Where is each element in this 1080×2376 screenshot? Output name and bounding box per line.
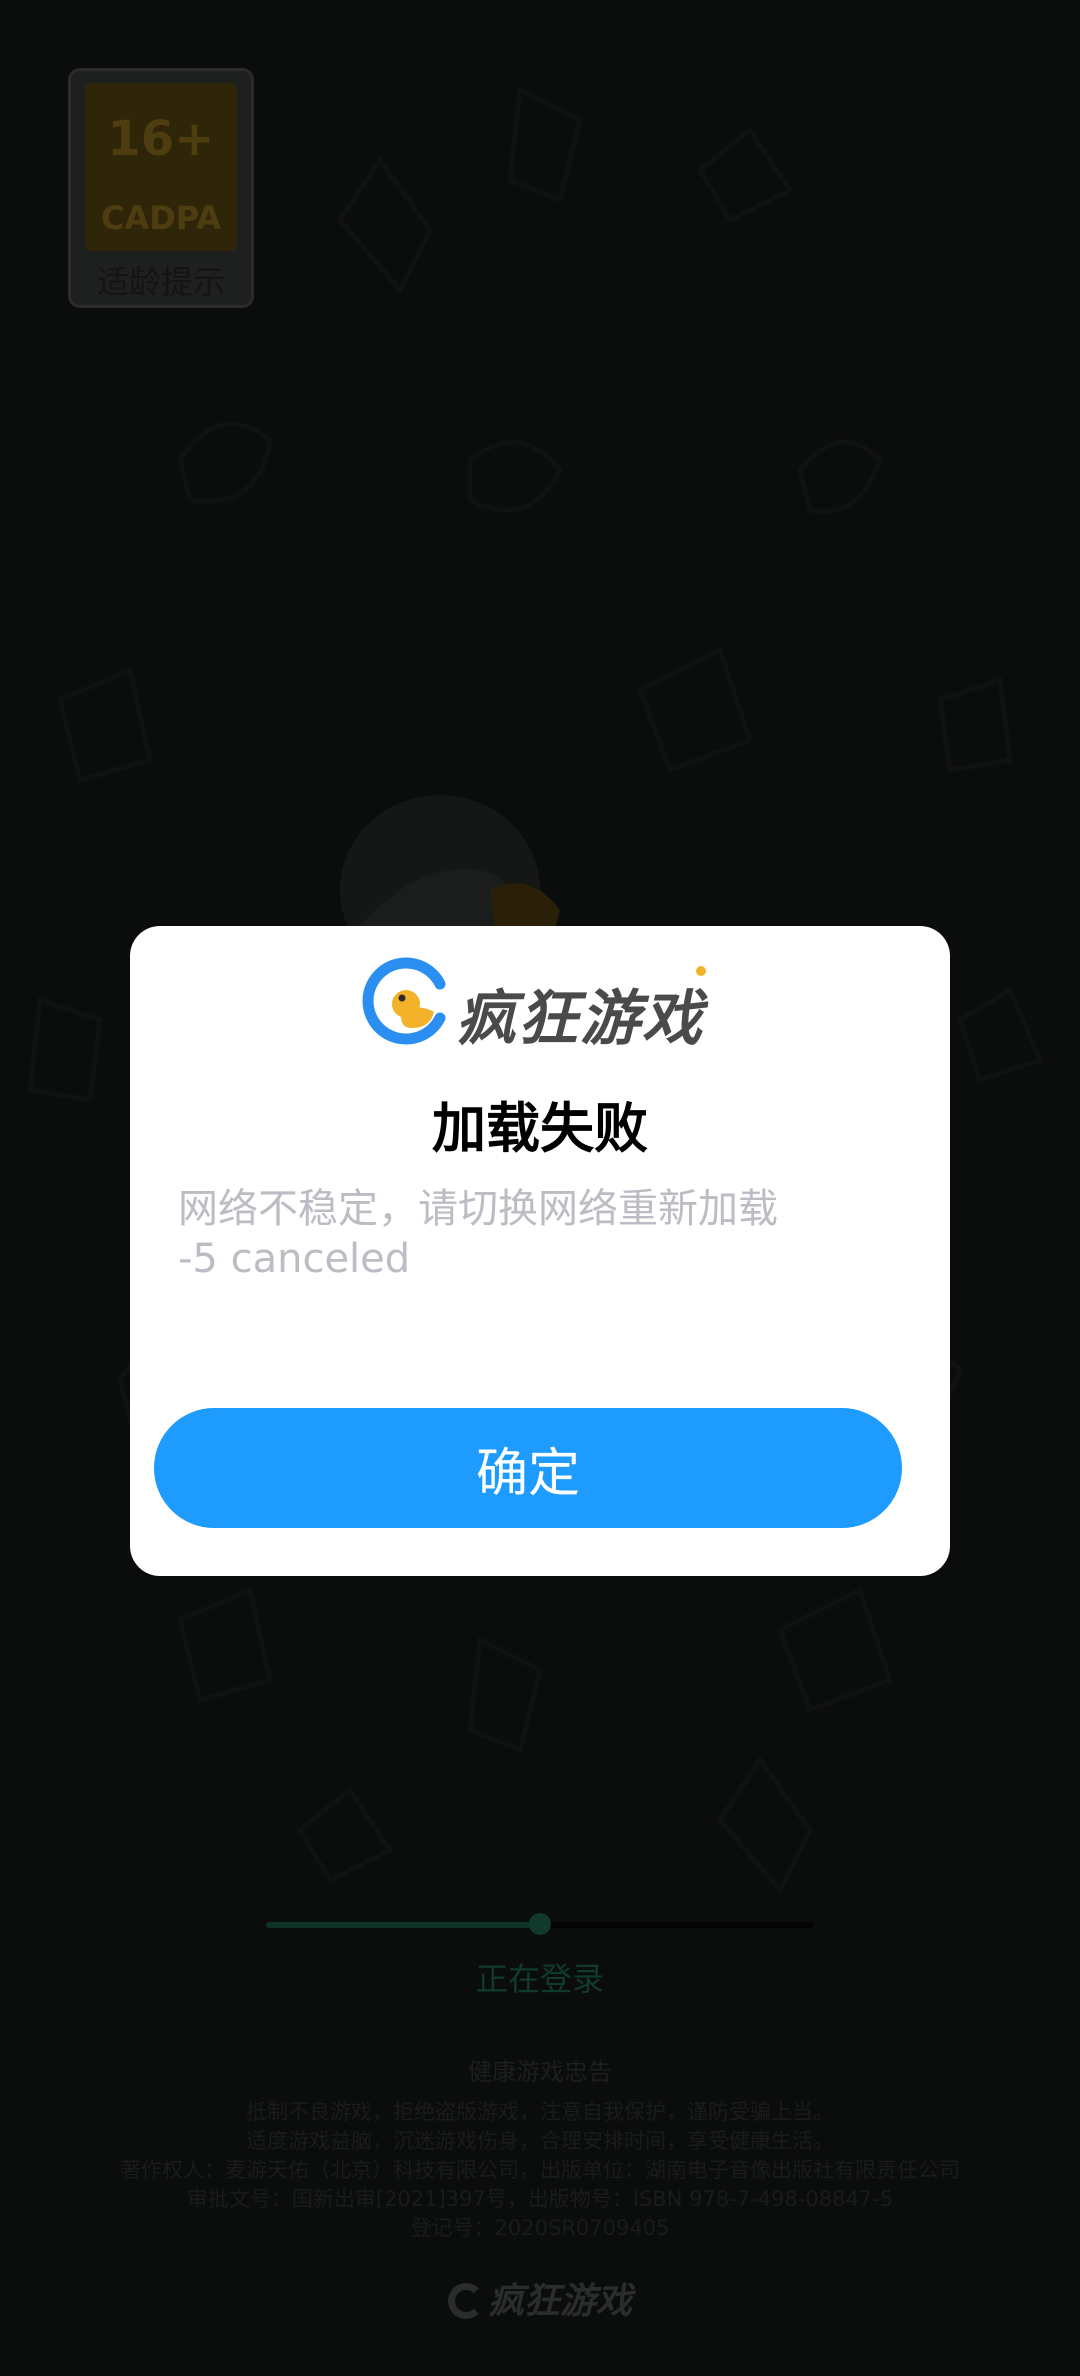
health-notice-line: 登记号：2020SR0709405 xyxy=(410,2216,670,2240)
footer-brand-name: 疯狂游戏 xyxy=(487,2281,632,2322)
health-notice-line: 著作权人：麦游天佑（北京）科技有限公司，出版单位：湖南电子音像出版社有限责任公司 xyxy=(120,2158,960,2182)
load-failed-dialog: 疯狂游戏 加载失败 网络不稳定，请切换网络重新加载 -5 canceled 确定 xyxy=(130,926,950,1576)
brand-logo: 疯狂游戏 xyxy=(362,956,722,1054)
login-progress-knob xyxy=(529,1913,551,1935)
health-notice-line: 抵制不良游戏，拒绝盗版游戏，注意自我保护，谨防受骗上当。 xyxy=(246,2100,834,2124)
brand-dot xyxy=(696,966,706,976)
login-progress-bar xyxy=(266,1913,814,1935)
dialog-message-line: -5 canceled xyxy=(178,1236,411,1282)
splash-screen: 16+ CADPA 适龄提示 正在登录 健康游戏忠告 抵制不良游戏，拒绝盗版游戏… xyxy=(0,0,1080,2376)
brand-logo-icon xyxy=(447,2283,484,2319)
brand-logo-icon xyxy=(362,957,446,1045)
age-rating-badge: 16+ CADPA 适龄提示 xyxy=(68,68,254,308)
health-notice-line: 审批文号：国新出审[2021]397号，出版物号：ISBN 978-7-498-… xyxy=(186,2187,894,2211)
dialog-message: 网络不稳定，请切换网络重新加载 -5 canceled xyxy=(178,1184,898,1284)
rating-org-label: CADPA xyxy=(100,199,222,237)
dialog-title: 加载失败 xyxy=(432,1097,648,1160)
dialog-message-line: 网络不稳定，请切换网络重新加载 xyxy=(178,1186,778,1232)
footer-logo: 疯狂游戏 xyxy=(0,2272,1080,2324)
age-caption: 适龄提示 xyxy=(96,263,225,301)
brand-name: 疯狂游戏 xyxy=(456,984,704,1054)
confirm-button[interactable]: 确定 xyxy=(154,1408,902,1528)
login-progress-fill xyxy=(266,1922,540,1928)
health-notice-line: 适度游戏益脑，沉迷游戏伤身，合理安排时间，享受健康生活。 xyxy=(246,2129,834,2153)
health-notice-title: 健康游戏忠告 xyxy=(468,2058,612,2086)
health-notice-text: 抵制不良游戏，拒绝盗版游戏，注意自我保护，谨防受骗上当。 适度游戏益脑，沉迷游戏… xyxy=(40,2098,1040,2243)
age-rating-panel: 16+ CADPA xyxy=(85,83,237,251)
login-status-text: 正在登录 xyxy=(475,1960,604,1998)
age-rating-label: 16+ xyxy=(107,111,215,167)
